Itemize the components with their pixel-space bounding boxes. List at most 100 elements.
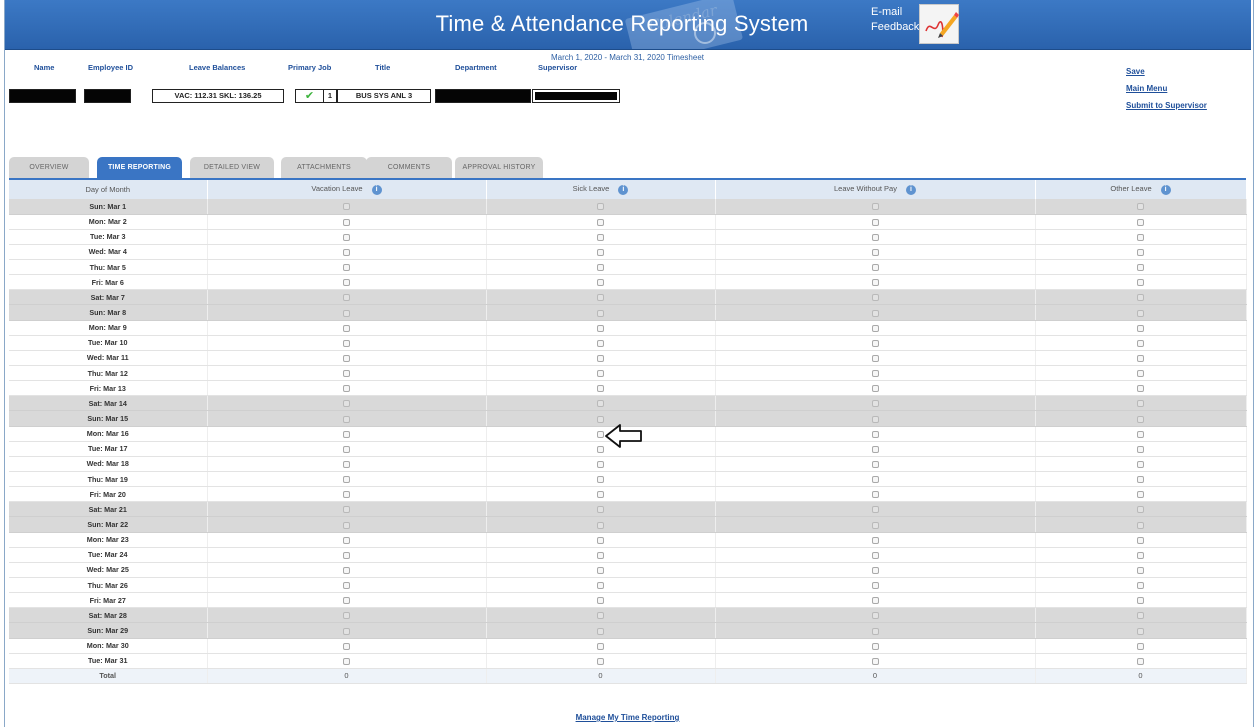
vacation-checkbox[interactable]: [343, 203, 350, 211]
other-checkbox[interactable]: [1137, 566, 1144, 574]
submit-to-supervisor-link[interactable]: Submit to Supervisor: [1126, 101, 1207, 110]
sick-checkbox[interactable]: [597, 506, 604, 514]
vacation-checkbox[interactable]: [343, 597, 350, 605]
other-checkbox[interactable]: [1137, 491, 1144, 499]
sick-checkbox[interactable]: [597, 642, 604, 650]
other-checkbox[interactable]: [1137, 476, 1144, 484]
vacation-checkbox[interactable]: [343, 249, 350, 256]
other-checkbox[interactable]: [1137, 445, 1144, 453]
lwop-checkbox[interactable]: [871, 657, 879, 665]
lwop-checkbox[interactable]: [871, 582, 879, 590]
sick-checkbox[interactable]: [597, 249, 604, 256]
vacation-checkbox[interactable]: [343, 385, 350, 393]
vacation-checkbox[interactable]: [343, 460, 350, 468]
other-checkbox[interactable]: [1137, 385, 1144, 393]
lwop-checkbox[interactable]: [871, 339, 879, 347]
other-checkbox[interactable]: [1137, 400, 1144, 408]
main-menu-link[interactable]: Main Menu: [1126, 84, 1207, 93]
other-checkbox[interactable]: [1137, 460, 1144, 468]
sick-checkbox[interactable]: [597, 339, 604, 347]
sick-checkbox[interactable]: [597, 415, 604, 423]
sick-checkbox[interactable]: [597, 582, 604, 590]
other-checkbox[interactable]: [1137, 642, 1144, 650]
sick-checkbox[interactable]: [597, 566, 604, 574]
vacation-checkbox[interactable]: [343, 309, 350, 317]
lwop-checkbox[interactable]: [871, 385, 879, 393]
vacation-checkbox[interactable]: [343, 612, 350, 620]
sick-checkbox[interactable]: [597, 491, 604, 499]
vacation-checkbox[interactable]: [343, 233, 350, 241]
vacation-checkbox[interactable]: [343, 582, 350, 590]
tab-comments[interactable]: COMMENTS: [366, 157, 452, 179]
lwop-checkbox[interactable]: [871, 354, 879, 362]
vacation-checkbox[interactable]: [343, 536, 350, 544]
sick-checkbox[interactable]: [597, 612, 604, 620]
vacation-checkbox[interactable]: [343, 370, 350, 378]
lwop-checkbox[interactable]: [871, 294, 879, 302]
info-icon[interactable]: i: [618, 184, 629, 195]
other-checkbox[interactable]: [1137, 339, 1144, 347]
sick-checkbox[interactable]: [597, 233, 604, 241]
sick-checkbox[interactable]: [597, 657, 604, 665]
lwop-checkbox[interactable]: [871, 476, 879, 484]
lwop-checkbox[interactable]: [871, 597, 879, 605]
sick-checkbox[interactable]: [597, 218, 604, 226]
other-checkbox[interactable]: [1137, 294, 1144, 302]
vacation-checkbox[interactable]: [343, 324, 350, 332]
sick-checkbox[interactable]: [597, 279, 604, 287]
vacation-checkbox[interactable]: [343, 491, 350, 499]
vacation-checkbox[interactable]: [343, 506, 350, 514]
vacation-checkbox[interactable]: [343, 627, 350, 635]
other-checkbox[interactable]: [1137, 233, 1144, 241]
email-feedback-link[interactable]: E-mail Feedback: [871, 5, 919, 35]
vacation-checkbox[interactable]: [343, 264, 350, 272]
lwop-checkbox[interactable]: [871, 249, 879, 256]
sick-checkbox[interactable]: [597, 430, 604, 438]
tab-attachments[interactable]: ATTACHMENTS: [281, 157, 367, 179]
manage-time-reporting-link[interactable]: Manage My Time Reporting: [576, 713, 680, 722]
vacation-checkbox[interactable]: [343, 218, 350, 226]
other-checkbox[interactable]: [1137, 415, 1144, 423]
other-checkbox[interactable]: [1137, 582, 1144, 590]
sick-checkbox[interactable]: [597, 460, 604, 468]
sick-checkbox[interactable]: [597, 521, 604, 529]
other-checkbox[interactable]: [1137, 597, 1144, 605]
other-checkbox[interactable]: [1137, 612, 1144, 620]
sick-checkbox[interactable]: [597, 536, 604, 544]
other-checkbox[interactable]: [1137, 536, 1144, 544]
sick-checkbox[interactable]: [597, 385, 604, 393]
other-checkbox[interactable]: [1137, 309, 1144, 317]
sick-checkbox[interactable]: [597, 597, 604, 605]
sick-checkbox[interactable]: [597, 445, 604, 453]
sick-checkbox[interactable]: [597, 400, 604, 408]
tab-detailed-view[interactable]: DETAILED VIEW: [190, 157, 274, 179]
info-icon[interactable]: i: [905, 184, 916, 195]
lwop-checkbox[interactable]: [871, 551, 879, 559]
info-icon[interactable]: i: [371, 184, 382, 195]
lwop-checkbox[interactable]: [871, 536, 879, 544]
other-checkbox[interactable]: [1137, 657, 1144, 665]
vacation-checkbox[interactable]: [343, 430, 350, 438]
lwop-checkbox[interactable]: [871, 400, 879, 408]
tab-overview[interactable]: OVERVIEW: [9, 157, 89, 179]
lwop-checkbox[interactable]: [871, 445, 879, 453]
lwop-checkbox[interactable]: [871, 279, 879, 287]
other-checkbox[interactable]: [1137, 430, 1144, 438]
vacation-checkbox[interactable]: [343, 566, 350, 574]
save-link[interactable]: Save: [1126, 67, 1207, 76]
other-checkbox[interactable]: [1137, 203, 1144, 211]
sick-checkbox[interactable]: [597, 264, 604, 272]
vacation-checkbox[interactable]: [343, 551, 350, 559]
sick-checkbox[interactable]: [597, 551, 604, 559]
vacation-checkbox[interactable]: [343, 339, 350, 347]
lwop-checkbox[interactable]: [871, 642, 879, 650]
lwop-checkbox[interactable]: [871, 264, 879, 272]
lwop-checkbox[interactable]: [871, 506, 879, 514]
other-checkbox[interactable]: [1137, 324, 1144, 332]
sick-checkbox[interactable]: [597, 627, 604, 635]
lwop-checkbox[interactable]: [871, 627, 879, 635]
lwop-checkbox[interactable]: [871, 233, 879, 241]
vacation-checkbox[interactable]: [343, 354, 350, 362]
other-checkbox[interactable]: [1137, 249, 1144, 256]
lwop-checkbox[interactable]: [871, 324, 879, 332]
